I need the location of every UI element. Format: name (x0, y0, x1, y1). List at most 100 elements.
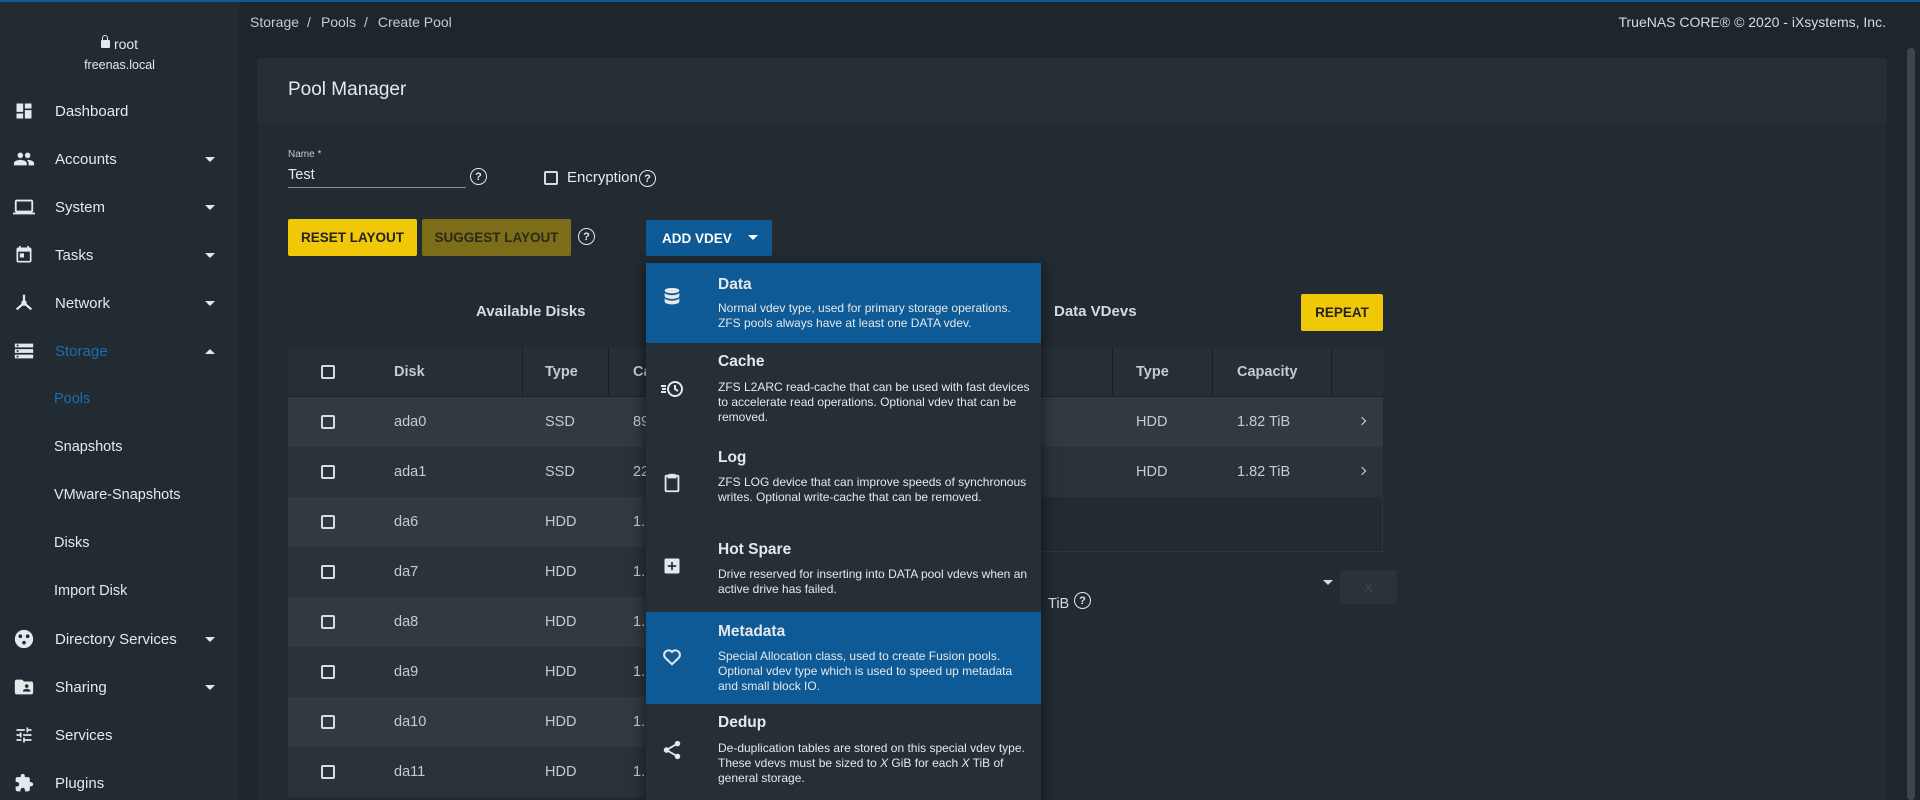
sidebar-item-services[interactable]: Services (0, 715, 239, 755)
column-header-capacity[interactable]: Capacity (1237, 347, 1297, 397)
sidebar-item-label: Network (55, 294, 111, 312)
menu-item-metadata[interactable]: Metadata Special Allocation class, used … (646, 612, 1041, 704)
sidebar-item-tasks[interactable]: Tasks (0, 235, 239, 275)
add-vdev-button[interactable]: ADD VDEV (646, 220, 772, 256)
row-checkbox[interactable] (321, 665, 335, 679)
sidebar-subitem-import-disk[interactable]: Import Disk (0, 571, 239, 611)
sidebar-item-label: System (55, 198, 106, 216)
chevron-down-icon[interactable] (1323, 580, 1333, 585)
user-name[interactable]: root (0, 35, 239, 52)
cell-disk: da11 (394, 764, 426, 780)
share-icon (660, 738, 684, 762)
desc-part: GiB for each (888, 756, 962, 770)
sidebar-subitem-vmware-snapshots[interactable]: VMware-Snapshots (0, 475, 239, 515)
column-header-type[interactable]: Type (1136, 347, 1169, 397)
row-checkbox[interactable] (321, 415, 335, 429)
select-all-checkbox[interactable] (321, 365, 335, 379)
table-row[interactable]: da7 HDD 1. (288, 547, 648, 597)
row-checkbox[interactable] (321, 615, 335, 629)
cell-type: HDD (545, 614, 577, 630)
cell-disk: ada1 (394, 464, 427, 480)
suggest-layout-button[interactable]: SUGGEST LAYOUT (422, 219, 571, 256)
table-row[interactable]: da9 HDD 1. (288, 647, 648, 697)
pool-name-input[interactable] (288, 162, 466, 188)
remove-vdev-button[interactable]: X (1340, 570, 1397, 604)
directory-icon (12, 627, 36, 651)
sidebar-item-label: Dashboard (55, 102, 129, 120)
puzzle-icon (12, 771, 36, 795)
cell-disk: ada0 (394, 414, 427, 430)
menu-item-description: ZFS L2ARC read-cache that can be used wi… (718, 380, 1030, 424)
sidebar-subitem-snapshots[interactable]: Snapshots (0, 427, 239, 467)
row-checkbox[interactable] (321, 465, 335, 479)
sidebar-item-sharing[interactable]: Sharing (0, 667, 239, 707)
table-row[interactable]: da11 HDD 1. (288, 747, 648, 797)
sidebar-item-label: Storage (55, 342, 108, 360)
help-icon[interactable]: ? (1074, 592, 1091, 609)
table-row[interactable]: da10 HDD 1. (288, 697, 648, 747)
cell-type: HDD (545, 764, 577, 780)
repeat-button[interactable]: REPEAT (1301, 294, 1383, 331)
menu-item-hot-spare[interactable]: Hot Spare Drive reserved for inserting i… (646, 531, 1041, 612)
cell-capacity: 1. (633, 764, 646, 780)
row-checkbox[interactable] (321, 765, 335, 779)
help-icon[interactable]: ? (470, 168, 487, 185)
menu-item-title: Metadata (718, 623, 786, 640)
cell-capacity: 1. (633, 614, 646, 630)
row-checkbox[interactable] (321, 565, 335, 579)
lock-icon (100, 35, 110, 48)
chevron-right-icon[interactable] (1357, 416, 1367, 426)
sidebar-item-dashboard[interactable]: Dashboard (0, 91, 239, 131)
chevron-down-icon (205, 636, 215, 642)
size-suffix: TiB (1048, 596, 1070, 612)
column-divider (1212, 347, 1213, 397)
menu-item-dedup[interactable]: Dedup De-duplication tables are stored o… (646, 704, 1041, 800)
sidebar-item-plugins[interactable]: Plugins (0, 763, 239, 800)
encryption-checkbox[interactable] (544, 171, 558, 185)
row-checkbox[interactable] (321, 715, 335, 729)
sidebar-item-directory-services[interactable]: Directory Services (0, 619, 239, 659)
sidebar-item-accounts[interactable]: Accounts (0, 139, 239, 179)
column-header-type[interactable]: Type (545, 347, 578, 397)
table-row[interactable]: da8 HDD 1. (288, 597, 648, 647)
reset-layout-button[interactable]: RESET LAYOUT (288, 219, 417, 256)
page-title: Pool Manager (288, 79, 407, 100)
sidebar-subitem-disks[interactable]: Disks (0, 523, 239, 563)
cache-clock-icon (660, 377, 684, 401)
network-icon (12, 291, 36, 315)
cell-capacity: 1. (633, 664, 646, 680)
cell-type: HDD (1136, 464, 1168, 480)
table-row[interactable]: HDD 1.82 TiB (1040, 397, 1383, 447)
breadcrumb-separator: / (363, 14, 368, 30)
table-row[interactable]: ada0 SSD 89 (288, 397, 649, 447)
column-header-disk[interactable]: Disk (394, 347, 425, 397)
menu-item-log[interactable]: Log ZFS LOG device that can improve spee… (646, 439, 1041, 531)
data-vdevs-header: Type Capacity (1040, 347, 1383, 397)
table-row[interactable]: HDD 1.82 TiB (1040, 447, 1383, 497)
chevron-down-icon (748, 235, 758, 240)
table-row[interactable]: ada1 SSD 22 (288, 447, 649, 497)
sidebar-item-network[interactable]: Network (0, 283, 239, 323)
cell-type: HDD (545, 714, 577, 730)
breadcrumb-pools[interactable]: Pools (321, 14, 356, 30)
cell-capacity: 1. (633, 514, 646, 530)
breadcrumb-storage[interactable]: Storage (250, 14, 299, 30)
sidebar-item-label: Sharing (55, 678, 107, 696)
page-scrollbar[interactable] (1907, 48, 1915, 800)
sidebar-item-system[interactable]: System (0, 187, 239, 227)
chevron-down-icon (205, 156, 215, 162)
breadcrumb-current: Create Pool (377, 14, 452, 30)
menu-item-description: De-duplication tables are stored on this… (718, 741, 1034, 786)
chevron-right-icon[interactable] (1357, 466, 1367, 476)
cell-type: HDD (1136, 414, 1168, 430)
tune-icon (12, 723, 36, 747)
row-checkbox[interactable] (321, 515, 335, 529)
help-icon[interactable]: ? (578, 228, 595, 245)
menu-item-data[interactable]: Data Normal vdev type, used for primary … (646, 263, 1041, 343)
clipboard-icon (660, 471, 684, 495)
help-icon[interactable]: ? (639, 170, 656, 187)
sidebar-item-storage[interactable]: Storage (0, 331, 239, 371)
menu-item-cache[interactable]: Cache ZFS L2ARC read-cache that can be u… (646, 343, 1041, 439)
table-row[interactable]: da6 HDD 1. (288, 497, 648, 547)
sidebar-subitem-pools[interactable]: Pools (0, 379, 239, 419)
